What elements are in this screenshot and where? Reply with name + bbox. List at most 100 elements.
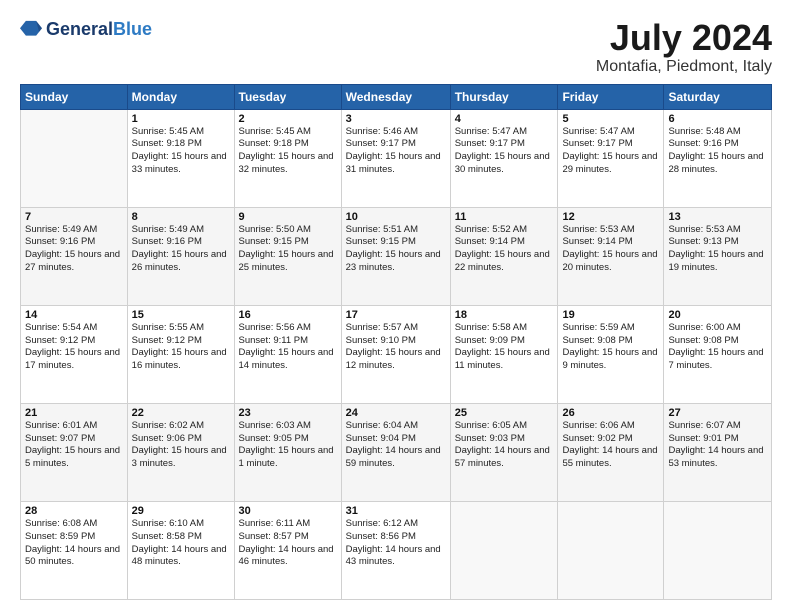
calendar-day-cell: 22 Sunrise: 6:02 AM Sunset: 9:06 PM Dayl… — [127, 403, 234, 501]
logo-icon — [20, 18, 42, 40]
col-friday: Friday — [558, 84, 664, 109]
calendar-day-cell: 8 Sunrise: 5:49 AM Sunset: 9:16 PM Dayli… — [127, 207, 234, 305]
calendar-day-cell: 3 Sunrise: 5:46 AM Sunset: 9:17 PM Dayli… — [341, 109, 450, 207]
day-number: 11 — [455, 211, 554, 223]
day-number: 14 — [25, 309, 123, 321]
day-number: 18 — [455, 309, 554, 321]
day-number: 21 — [25, 407, 123, 419]
logo: GeneralBlue — [20, 18, 152, 40]
day-number: 15 — [132, 309, 230, 321]
day-info: Sunrise: 5:47 AM Sunset: 9:17 PM Dayligh… — [562, 126, 659, 177]
day-info: Sunrise: 6:02 AM Sunset: 9:06 PM Dayligh… — [132, 420, 230, 471]
day-info: Sunrise: 5:45 AM Sunset: 9:18 PM Dayligh… — [132, 126, 230, 177]
day-info: Sunrise: 5:53 AM Sunset: 9:14 PM Dayligh… — [562, 224, 659, 275]
day-number: 13 — [668, 211, 767, 223]
day-info: Sunrise: 5:48 AM Sunset: 9:16 PM Dayligh… — [668, 126, 767, 177]
calendar-day-cell: 4 Sunrise: 5:47 AM Sunset: 9:17 PM Dayli… — [450, 109, 558, 207]
calendar-day-cell: 30 Sunrise: 6:11 AM Sunset: 8:57 PM Dayl… — [234, 501, 341, 599]
calendar-day-cell: 5 Sunrise: 5:47 AM Sunset: 9:17 PM Dayli… — [558, 109, 664, 207]
col-sunday: Sunday — [21, 84, 128, 109]
page: GeneralBlue July 2024 Montafia, Piedmont… — [0, 0, 792, 612]
calendar-day-cell: 26 Sunrise: 6:06 AM Sunset: 9:02 PM Dayl… — [558, 403, 664, 501]
day-info: Sunrise: 6:00 AM Sunset: 9:08 PM Dayligh… — [668, 322, 767, 373]
day-info: Sunrise: 5:52 AM Sunset: 9:14 PM Dayligh… — [455, 224, 554, 275]
day-number: 5 — [562, 113, 659, 125]
day-info: Sunrise: 6:12 AM Sunset: 8:56 PM Dayligh… — [346, 518, 446, 569]
calendar-day-cell: 15 Sunrise: 5:55 AM Sunset: 9:12 PM Dayl… — [127, 305, 234, 403]
day-number: 10 — [346, 211, 446, 223]
day-info: Sunrise: 5:49 AM Sunset: 9:16 PM Dayligh… — [132, 224, 230, 275]
calendar-day-cell: 14 Sunrise: 5:54 AM Sunset: 9:12 PM Dayl… — [21, 305, 128, 403]
calendar-day-cell: 13 Sunrise: 5:53 AM Sunset: 9:13 PM Dayl… — [664, 207, 772, 305]
calendar-day-cell: 23 Sunrise: 6:03 AM Sunset: 9:05 PM Dayl… — [234, 403, 341, 501]
calendar-week-row: 14 Sunrise: 5:54 AM Sunset: 9:12 PM Dayl… — [21, 305, 772, 403]
day-info: Sunrise: 5:45 AM Sunset: 9:18 PM Dayligh… — [239, 126, 337, 177]
calendar-week-row: 28 Sunrise: 6:08 AM Sunset: 8:59 PM Dayl… — [21, 501, 772, 599]
day-info: Sunrise: 5:57 AM Sunset: 9:10 PM Dayligh… — [346, 322, 446, 373]
calendar-day-cell — [21, 109, 128, 207]
calendar-day-cell: 27 Sunrise: 6:07 AM Sunset: 9:01 PM Dayl… — [664, 403, 772, 501]
day-number: 16 — [239, 309, 337, 321]
day-info: Sunrise: 6:06 AM Sunset: 9:02 PM Dayligh… — [562, 420, 659, 471]
day-number: 28 — [25, 505, 123, 517]
day-info: Sunrise: 5:46 AM Sunset: 9:17 PM Dayligh… — [346, 126, 446, 177]
header: GeneralBlue July 2024 Montafia, Piedmont… — [20, 18, 772, 76]
calendar-day-cell: 18 Sunrise: 5:58 AM Sunset: 9:09 PM Dayl… — [450, 305, 558, 403]
calendar-week-row: 7 Sunrise: 5:49 AM Sunset: 9:16 PM Dayli… — [21, 207, 772, 305]
col-saturday: Saturday — [664, 84, 772, 109]
day-info: Sunrise: 6:08 AM Sunset: 8:59 PM Dayligh… — [25, 518, 123, 569]
day-number: 22 — [132, 407, 230, 419]
calendar-day-cell: 17 Sunrise: 5:57 AM Sunset: 9:10 PM Dayl… — [341, 305, 450, 403]
calendar-day-cell: 21 Sunrise: 6:01 AM Sunset: 9:07 PM Dayl… — [21, 403, 128, 501]
calendar-day-cell: 9 Sunrise: 5:50 AM Sunset: 9:15 PM Dayli… — [234, 207, 341, 305]
title-block: July 2024 Montafia, Piedmont, Italy — [596, 18, 772, 76]
calendar-day-cell: 12 Sunrise: 5:53 AM Sunset: 9:14 PM Dayl… — [558, 207, 664, 305]
calendar-day-cell: 2 Sunrise: 5:45 AM Sunset: 9:18 PM Dayli… — [234, 109, 341, 207]
col-monday: Monday — [127, 84, 234, 109]
day-info: Sunrise: 5:59 AM Sunset: 9:08 PM Dayligh… — [562, 322, 659, 373]
day-number: 31 — [346, 505, 446, 517]
calendar-day-cell: 16 Sunrise: 5:56 AM Sunset: 9:11 PM Dayl… — [234, 305, 341, 403]
calendar-day-cell: 19 Sunrise: 5:59 AM Sunset: 9:08 PM Dayl… — [558, 305, 664, 403]
day-info: Sunrise: 5:51 AM Sunset: 9:15 PM Dayligh… — [346, 224, 446, 275]
day-number: 20 — [668, 309, 767, 321]
day-number: 6 — [668, 113, 767, 125]
day-number: 12 — [562, 211, 659, 223]
logo-general-text: General — [46, 19, 113, 40]
day-number: 24 — [346, 407, 446, 419]
col-thursday: Thursday — [450, 84, 558, 109]
calendar-day-cell — [558, 501, 664, 599]
day-number: 25 — [455, 407, 554, 419]
day-number: 8 — [132, 211, 230, 223]
calendar-day-cell: 29 Sunrise: 6:10 AM Sunset: 8:58 PM Dayl… — [127, 501, 234, 599]
location: Montafia, Piedmont, Italy — [596, 58, 772, 76]
day-info: Sunrise: 5:56 AM Sunset: 9:11 PM Dayligh… — [239, 322, 337, 373]
calendar-day-cell — [450, 501, 558, 599]
day-number: 23 — [239, 407, 337, 419]
calendar-day-cell: 31 Sunrise: 6:12 AM Sunset: 8:56 PM Dayl… — [341, 501, 450, 599]
calendar-day-cell: 7 Sunrise: 5:49 AM Sunset: 9:16 PM Dayli… — [21, 207, 128, 305]
day-info: Sunrise: 6:04 AM Sunset: 9:04 PM Dayligh… — [346, 420, 446, 471]
calendar-day-cell: 6 Sunrise: 5:48 AM Sunset: 9:16 PM Dayli… — [664, 109, 772, 207]
calendar-header-row: Sunday Monday Tuesday Wednesday Thursday… — [21, 84, 772, 109]
calendar-day-cell — [664, 501, 772, 599]
day-number: 29 — [132, 505, 230, 517]
calendar-day-cell: 1 Sunrise: 5:45 AM Sunset: 9:18 PM Dayli… — [127, 109, 234, 207]
day-number: 4 — [455, 113, 554, 125]
day-number: 7 — [25, 211, 123, 223]
calendar-day-cell: 28 Sunrise: 6:08 AM Sunset: 8:59 PM Dayl… — [21, 501, 128, 599]
day-info: Sunrise: 5:53 AM Sunset: 9:13 PM Dayligh… — [668, 224, 767, 275]
calendar-day-cell: 20 Sunrise: 6:00 AM Sunset: 9:08 PM Dayl… — [664, 305, 772, 403]
day-info: Sunrise: 6:01 AM Sunset: 9:07 PM Dayligh… — [25, 420, 123, 471]
day-info: Sunrise: 6:07 AM Sunset: 9:01 PM Dayligh… — [668, 420, 767, 471]
day-number: 30 — [239, 505, 337, 517]
day-number: 19 — [562, 309, 659, 321]
day-number: 2 — [239, 113, 337, 125]
day-number: 3 — [346, 113, 446, 125]
calendar-week-row: 21 Sunrise: 6:01 AM Sunset: 9:07 PM Dayl… — [21, 403, 772, 501]
logo-blue-text: Blue — [113, 19, 152, 40]
calendar-day-cell: 25 Sunrise: 6:05 AM Sunset: 9:03 PM Dayl… — [450, 403, 558, 501]
col-wednesday: Wednesday — [341, 84, 450, 109]
day-info: Sunrise: 5:58 AM Sunset: 9:09 PM Dayligh… — [455, 322, 554, 373]
calendar-day-cell: 11 Sunrise: 5:52 AM Sunset: 9:14 PM Dayl… — [450, 207, 558, 305]
